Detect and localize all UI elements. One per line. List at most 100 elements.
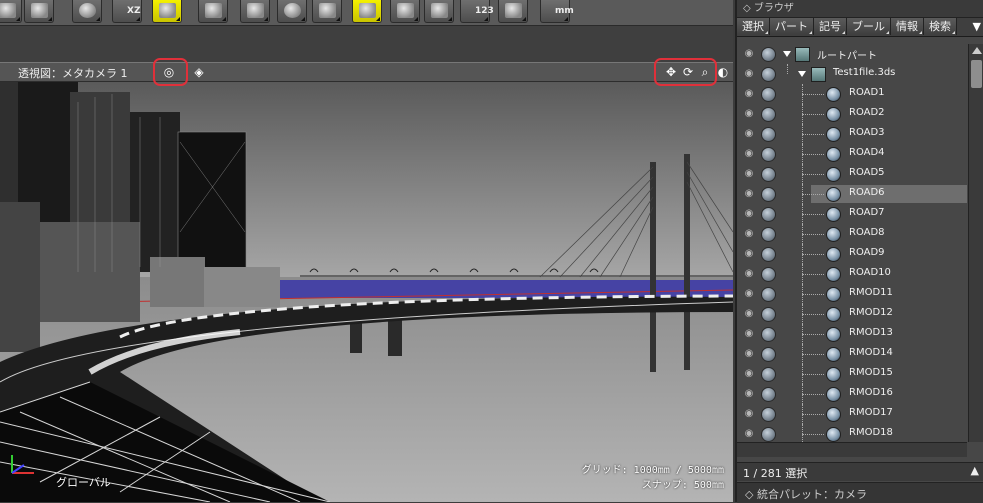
visibility-eye-icon[interactable]: ◉ [742, 267, 756, 281]
lock-sphere-icon[interactable] [761, 227, 776, 242]
chart-button[interactable] [424, 0, 454, 23]
globe-button[interactable] [72, 0, 102, 23]
viewport-title[interactable]: 透視図：メタカメラ 1 [18, 65, 128, 81]
lock-sphere-icon[interactable] [761, 407, 776, 422]
viewport-panel[interactable]: 透視図：メタカメラ 1 ◎ ◈ ✥ ⟳ ⌕ ◐ グローバル グリッド: 1000… [0, 26, 733, 502]
tree-row[interactable]: ◉ ROAD3 [737, 124, 967, 144]
tree-row[interactable]: ◉ ROAD8 [737, 224, 967, 244]
cubes-button[interactable] [390, 0, 420, 23]
visibility-eye-icon[interactable]: ◉ [742, 327, 756, 341]
grid-single-button[interactable] [152, 0, 182, 23]
tree-row[interactable]: ◉ ROAD6 [737, 184, 967, 204]
tree-row[interactable]: ◉ RMOD17 [737, 404, 967, 424]
collapse-icon[interactable]: ▲ [971, 464, 979, 477]
lock-sphere-icon[interactable] [761, 327, 776, 342]
lock-sphere-icon[interactable] [761, 47, 776, 62]
browser-tab[interactable]: パート [770, 18, 814, 35]
browser-tab[interactable]: 選択 [737, 18, 770, 35]
select-grid-button[interactable] [352, 0, 382, 23]
lock-sphere-icon[interactable] [761, 427, 776, 442]
tree-row[interactable]: ◉ RMOD14 [737, 344, 967, 364]
list-button[interactable] [24, 0, 54, 23]
palette-bar[interactable]: ◇ 統合パレット：カメラ [737, 482, 983, 503]
visibility-eye-icon[interactable]: ◉ [742, 307, 756, 321]
polygon-part-icon [826, 387, 841, 402]
lock-sphere-icon[interactable] [761, 247, 776, 262]
tree-group-row[interactable]: ◉ ルートパート [737, 44, 967, 64]
visibility-eye-icon[interactable]: ◉ [742, 87, 756, 101]
browser-tab[interactable]: 情報 [891, 18, 924, 35]
tree-row[interactable]: ◉ RMOD12 [737, 304, 967, 324]
numeric-input-button[interactable]: 123 [460, 0, 494, 23]
visibility-eye-icon[interactable]: ◉ [742, 407, 756, 421]
expand-icon[interactable] [783, 51, 791, 57]
browser-tab[interactable]: 記号 [814, 18, 847, 35]
cube-view-icon[interactable]: ◈ [192, 65, 206, 79]
tree-row[interactable]: ◉ ROAD5 [737, 164, 967, 184]
lock-sphere-icon[interactable] [761, 347, 776, 362]
lock-sphere-icon[interactable] [761, 167, 776, 182]
vertical-scrollbar[interactable] [968, 44, 983, 442]
visibility-eye-icon[interactable]: ◉ [742, 147, 756, 161]
lock-sphere-icon[interactable] [761, 147, 776, 162]
shading-sphere-icon[interactable]: ◐ [716, 65, 730, 79]
tree-row[interactable]: ◉ RMOD16 [737, 384, 967, 404]
tree-row-label: ROAD8 [849, 227, 885, 238]
horizontal-scrollbar[interactable] [737, 442, 967, 457]
tabs-menu-icon[interactable]: ▼ [969, 18, 983, 36]
tree-row[interactable]: ◉ ROAD2 [737, 104, 967, 124]
lock-sphere-icon[interactable] [761, 207, 776, 222]
coordinate-system-label[interactable]: グローバル [56, 474, 111, 490]
visibility-eye-icon[interactable]: ◉ [742, 287, 756, 301]
lock-sphere-icon[interactable] [761, 127, 776, 142]
tree-row[interactable]: ◉ RMOD13 [737, 324, 967, 344]
tree-row[interactable]: ◉ ROAD7 [737, 204, 967, 224]
tree-row[interactable]: ◉ ROAD1 [737, 84, 967, 104]
browser-tab[interactable]: 検索 [924, 18, 957, 35]
browser-title-bar[interactable]: ◇ ブラウザ [737, 0, 983, 18]
lock-sphere-icon[interactable] [761, 107, 776, 122]
visibility-eye-icon[interactable]: ◉ [742, 427, 756, 441]
tree-row[interactable]: ◉ ROAD10 [737, 264, 967, 284]
measure-button[interactable] [498, 0, 528, 23]
visibility-eye-icon[interactable]: ◉ [742, 187, 756, 201]
xz-plane-button[interactable]: XZ [112, 0, 142, 23]
cylinder-button[interactable] [277, 0, 307, 23]
box-button[interactable] [0, 0, 22, 23]
lock-sphere-icon[interactable] [761, 187, 776, 202]
unit-mm-button[interactable]: mm [540, 0, 574, 23]
visibility-eye-icon[interactable]: ◉ [742, 107, 756, 121]
scroll-up-icon[interactable] [972, 47, 982, 54]
lock-sphere-icon[interactable] [761, 387, 776, 402]
visibility-eye-icon[interactable]: ◉ [742, 347, 756, 361]
scroll-thumb[interactable] [971, 60, 982, 88]
visibility-eye-icon[interactable]: ◉ [742, 67, 756, 81]
visibility-eye-icon[interactable]: ◉ [742, 367, 756, 381]
part-tree[interactable]: ◉ ルートパート ◉ Test1file.3ds ◉ ROAD1 ◉ ROAD2 ◉ ROAD3 ◉… [737, 44, 967, 442]
visibility-eye-icon[interactable]: ◉ [742, 127, 756, 141]
3d-scene-render[interactable] [0, 82, 733, 502]
tree-row[interactable]: ◉ RMOD11 [737, 284, 967, 304]
lock-sphere-icon[interactable] [761, 87, 776, 102]
visibility-eye-icon[interactable]: ◉ [742, 247, 756, 261]
visibility-eye-icon[interactable]: ◉ [742, 47, 756, 61]
lock-sphere-icon[interactable] [761, 267, 776, 282]
visibility-eye-icon[interactable]: ◉ [742, 207, 756, 221]
tree-row[interactable]: ◉ RMOD18 [737, 424, 967, 442]
grid-multi-button[interactable] [198, 0, 228, 23]
lock-sphere-icon[interactable] [761, 367, 776, 382]
visibility-eye-icon[interactable]: ◉ [742, 167, 756, 181]
visibility-eye-icon[interactable]: ◉ [742, 227, 756, 241]
tree-row[interactable]: ◉ ROAD4 [737, 144, 967, 164]
lock-sphere-icon[interactable] [761, 67, 776, 82]
tree-group-row[interactable]: ◉ Test1file.3ds [737, 64, 967, 84]
tree-row[interactable]: ◉ ROAD9 [737, 244, 967, 264]
expand-icon[interactable] [798, 71, 806, 77]
table-button[interactable] [240, 0, 270, 23]
browser-tab[interactable]: ブール [847, 18, 891, 35]
car-button[interactable] [312, 0, 342, 23]
tree-row[interactable]: ◉ RMOD15 [737, 364, 967, 384]
lock-sphere-icon[interactable] [761, 287, 776, 302]
lock-sphere-icon[interactable] [761, 307, 776, 322]
visibility-eye-icon[interactable]: ◉ [742, 387, 756, 401]
